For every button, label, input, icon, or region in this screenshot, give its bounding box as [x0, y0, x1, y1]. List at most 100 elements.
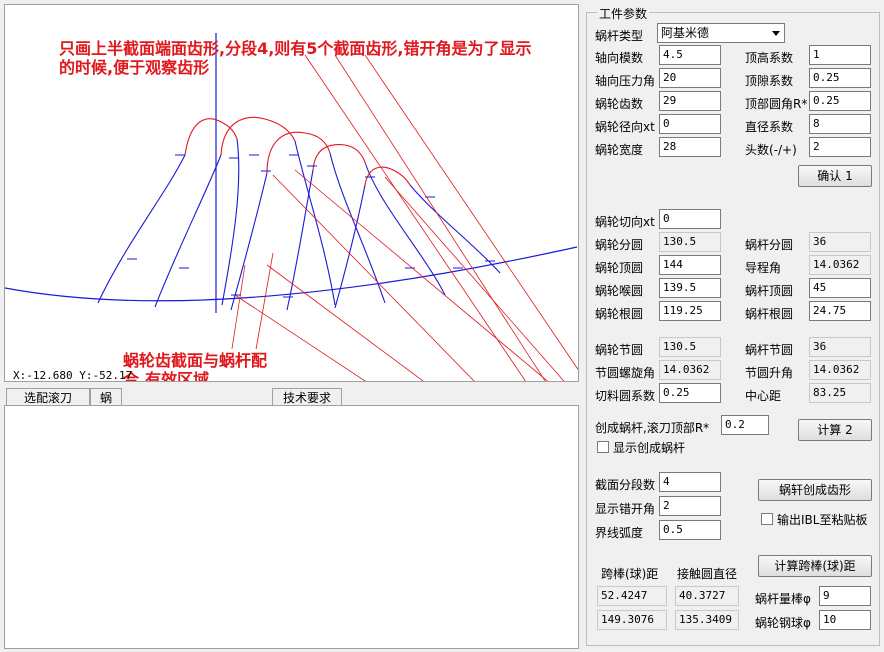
- gear-tip-input[interactable]: 144: [659, 255, 721, 275]
- worm-rod-label: 蜗杆量棒φ: [755, 592, 811, 606]
- gear-ball-label: 蜗轮钢球φ: [755, 616, 811, 630]
- coordinate-readout: X:-12.680 Y:-52.17: [13, 369, 133, 382]
- gear-throat-input[interactable]: 139.5: [659, 278, 721, 298]
- tooth-profile-1-left: [97, 154, 186, 304]
- tab-panel: [4, 405, 579, 649]
- node-lift-label: 节圆升角: [745, 366, 794, 380]
- boundary-input[interactable]: 0.5: [659, 520, 721, 540]
- drawing-canvas[interactable]: 只画上半截面端面齿形,分段4,则有5个截面齿形,错开角是为了显示的时候,便于观察…: [4, 4, 579, 382]
- sections-input[interactable]: 4: [659, 472, 721, 492]
- gear-root-input[interactable]: 119.25: [659, 301, 721, 321]
- tab-bar: 选配滚刀 蜗 技术要求: [4, 386, 579, 407]
- diameter-coef-input[interactable]: 8: [809, 114, 871, 134]
- parameters-panel: 工件参数 蜗杆类型 阿基米德 轴向模数 4.5 轴向压力角 20 蜗轮齿数 29…: [582, 0, 884, 652]
- radial-xt-input[interactable]: 0: [659, 114, 721, 134]
- calc-button[interactable]: 计算 2: [798, 419, 872, 441]
- worm-root-label: 蜗杆根圆: [745, 307, 794, 321]
- contact-value-1: 40.3727: [675, 586, 739, 606]
- worm-tip-input[interactable]: 45: [809, 278, 871, 298]
- gear-width-input[interactable]: 28: [659, 137, 721, 157]
- show-worm-checkbox[interactable]: [597, 441, 609, 453]
- worm-node-label: 蜗杆节圆: [745, 343, 794, 357]
- confirm-button[interactable]: 确认 1: [798, 165, 872, 187]
- lead-angle-label: 导程角: [745, 261, 782, 275]
- hob-radius-label: 创成蜗杆,滚刀顶部R*: [595, 421, 710, 435]
- gear-pitch-label: 蜗轮分圆: [595, 238, 644, 252]
- worm-rod-input[interactable]: 9: [819, 586, 871, 606]
- tooth-profile-3-left: [230, 172, 268, 311]
- tooth-profile-5-left: [334, 184, 366, 309]
- worm-node-value: 36: [809, 337, 871, 357]
- annotation-leader-lines: [230, 54, 578, 381]
- tip-radius-input[interactable]: 0.25: [809, 91, 871, 111]
- gear-node-value: 130.5: [659, 337, 721, 357]
- contact-value-2: 135.3409: [675, 610, 739, 630]
- tooth-profile-3-tip: [266, 131, 331, 174]
- worm-root-input[interactable]: 24.75: [809, 301, 871, 321]
- helix-angle-label: 节圆螺旋角: [595, 366, 656, 380]
- worm-type-label: 蜗杆类型: [595, 29, 644, 43]
- cut-coef-label: 切料圆系数: [595, 389, 656, 403]
- axial-pressure-label: 轴向压力角: [595, 74, 656, 88]
- tangential-xt-input[interactable]: 0: [659, 209, 721, 229]
- diameter-coef-label: 直径系数: [745, 120, 794, 134]
- starts-label: 头数(-/+): [745, 143, 797, 157]
- boundary-ticks: [127, 154, 495, 298]
- annotation-top-note: 只画上半截面端面齿形,分段4,则有5个截面齿形,错开角是为了显示的时候,便于观察…: [59, 39, 532, 77]
- clearance-label: 顶隙系数: [745, 74, 794, 88]
- tooth-profile-4-tip: [312, 144, 367, 171]
- gear-root-label: 蜗轮根圆: [595, 307, 644, 321]
- span-value-2: 149.3076: [597, 610, 667, 630]
- addendum-label: 顶高系数: [745, 51, 794, 65]
- show-worm-label: 显示创成蜗杆: [613, 441, 686, 455]
- gear-ball-input[interactable]: 10: [819, 610, 871, 630]
- gear-pitch-value: 130.5: [659, 232, 721, 252]
- span-value-1: 52.4247: [597, 586, 667, 606]
- offset-label: 显示错开角: [595, 502, 656, 516]
- tangential-xt-label: 蜗轮切向xt: [595, 215, 655, 229]
- export-ibl-label: 输出IBL至粘贴板: [777, 513, 868, 527]
- radial-xt-label: 蜗轮径向xt: [595, 120, 655, 134]
- tooth-profile-1-tip: [184, 118, 238, 156]
- helix-angle-value: 14.0362: [659, 360, 721, 380]
- annotation-bottom-note: 蜗轮齿截面与蜗杆配合,有效区域: [119, 349, 287, 381]
- axial-module-input[interactable]: 4.5: [659, 45, 721, 65]
- tooth-profile-4-left: [286, 169, 314, 311]
- worm-tip-label: 蜗杆顶圆: [745, 284, 794, 298]
- worm-type-select[interactable]: 阿基米德: [657, 23, 785, 43]
- worm-pitch-value: 36: [809, 232, 871, 252]
- center-dist-label: 中心距: [745, 389, 782, 403]
- tooth-profile-2-tip: [220, 116, 296, 156]
- worm-type-value: 阿基米德: [661, 26, 710, 40]
- lead-angle-value: 14.0362: [809, 255, 871, 275]
- boundary-label: 界线弧度: [595, 526, 644, 540]
- offset-input[interactable]: 2: [659, 496, 721, 516]
- sections-label: 截面分段数: [595, 478, 656, 492]
- group-title: 工件参数: [597, 5, 650, 22]
- tooth-profile-4-right: [365, 164, 446, 296]
- gear-throat-label: 蜗轮喉圆: [595, 284, 644, 298]
- gear-width-label: 蜗轮宽度: [595, 143, 644, 157]
- cut-coef-input[interactable]: 0.25: [659, 383, 721, 403]
- tooth-profile-3-right: [329, 152, 386, 304]
- tooth-profile-5-tip: [364, 166, 411, 186]
- axial-pressure-input[interactable]: 20: [659, 68, 721, 88]
- chevron-down-icon: [772, 31, 780, 36]
- export-ibl-checkbox[interactable]: [761, 513, 773, 525]
- starts-input[interactable]: 2: [809, 137, 871, 157]
- node-lift-value: 14.0362: [809, 360, 871, 380]
- generate-profile-button[interactable]: 蜗轩创成齿形: [758, 479, 872, 501]
- center-dist-value: 83.25: [809, 383, 871, 403]
- addendum-input[interactable]: 1: [809, 45, 871, 65]
- gear-node-label: 蜗轮节圆: [595, 343, 644, 357]
- clearance-input[interactable]: 0.25: [809, 68, 871, 88]
- tooth-profile-2-left: [154, 154, 222, 308]
- calc-span-button[interactable]: 计算跨棒(球)距: [758, 555, 872, 577]
- tooth-profile-1-right: [221, 138, 240, 306]
- gear-teeth-input[interactable]: 29: [659, 91, 721, 111]
- gear-tip-label: 蜗轮顶圆: [595, 261, 644, 275]
- hob-radius-input[interactable]: 0.2: [721, 415, 769, 435]
- workpiece-params-group: 工件参数 蜗杆类型 阿基米德 轴向模数 4.5 轴向压力角 20 蜗轮齿数 29…: [586, 5, 880, 646]
- span-header: 跨棒(球)距: [601, 567, 659, 581]
- contact-header: 接触圆直径: [677, 567, 738, 581]
